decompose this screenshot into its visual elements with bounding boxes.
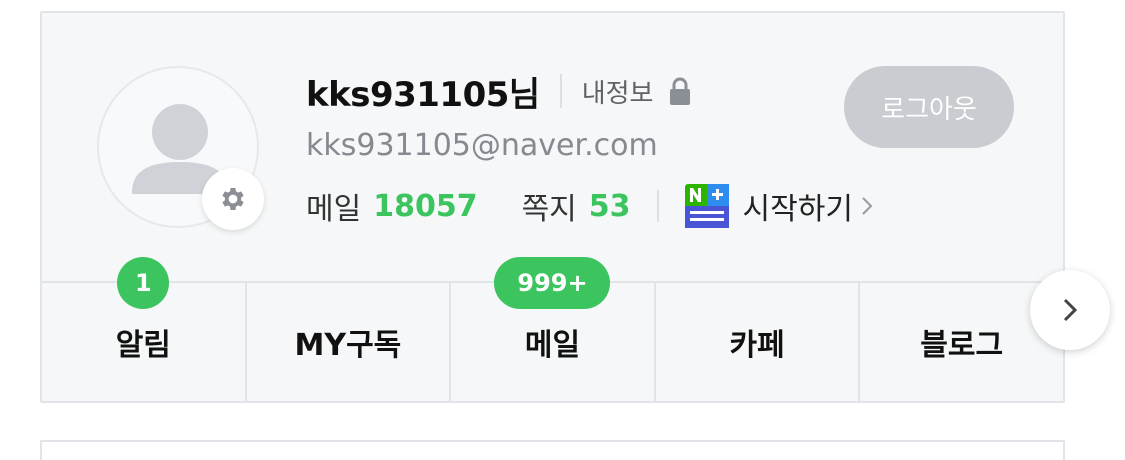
tab-my-subscriptions[interactable]: MY구독: [247, 283, 452, 401]
service-tabs: 1 알림 MY구독 999+ 메일 카페 블로그: [42, 257, 1063, 401]
tab-label: 블로그: [920, 328, 1004, 363]
divider: [559, 74, 562, 108]
nplus-start-link[interactable]: 시작하기: [743, 184, 853, 228]
user-line: kks931105님 내정보: [306, 66, 693, 116]
tab-notifications[interactable]: 1 알림: [42, 257, 247, 401]
naver-plus-membership-icon[interactable]: [684, 184, 729, 228]
logout-button[interactable]: 로그아웃: [844, 66, 1014, 148]
gear-icon: [222, 188, 244, 210]
notification-badge: 1: [117, 257, 170, 309]
mail-stat-label[interactable]: 메일: [306, 184, 361, 228]
profile-settings-button[interactable]: [202, 168, 264, 230]
chevron-right-icon: [861, 196, 873, 216]
note-count[interactable]: 53: [589, 189, 631, 224]
mail-count[interactable]: 18057: [373, 189, 477, 224]
profile-panel: kks931105님 내정보 kks931105@naver.com 메일 18…: [40, 11, 1065, 403]
tab-label: MY구독: [294, 328, 402, 363]
email-address: kks931105@naver.com: [306, 128, 658, 163]
chevron-right-icon: [1063, 298, 1078, 322]
my-info-link[interactable]: 내정보: [582, 73, 654, 110]
tab-label: 알림: [115, 328, 171, 363]
note-stat-label[interactable]: 쪽지: [522, 184, 577, 228]
stats-row: 메일 18057 쪽지 53 시작하기: [306, 181, 873, 231]
divider: [656, 190, 659, 222]
next-tabs-button[interactable]: [1030, 270, 1110, 350]
lock-icon: [667, 76, 693, 106]
tab-mail[interactable]: 999+ 메일: [451, 257, 656, 401]
mail-badge: 999+: [494, 257, 611, 309]
tab-label: 메일: [524, 328, 581, 363]
tab-label: 카페: [729, 328, 785, 363]
next-panel: [40, 440, 1065, 460]
tab-cafe[interactable]: 카페: [656, 283, 861, 401]
username: kks931105님: [306, 74, 540, 115]
